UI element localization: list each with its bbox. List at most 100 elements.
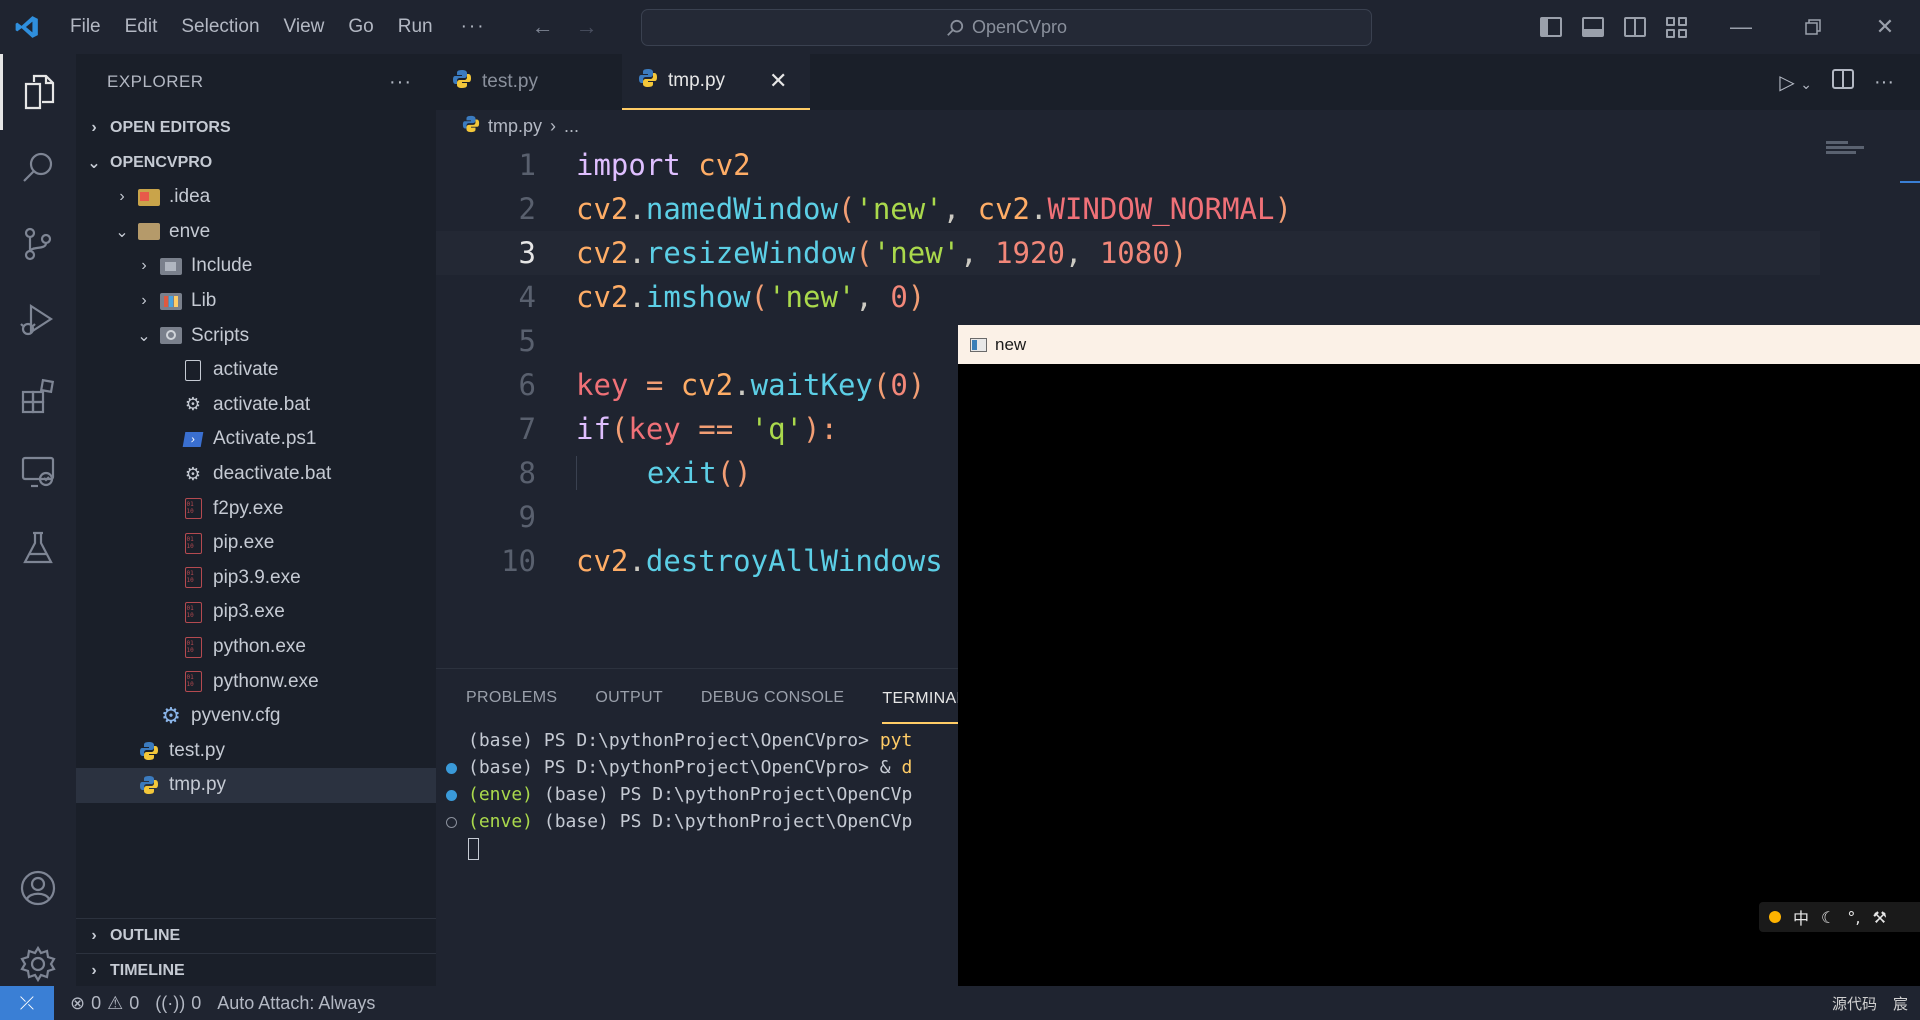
- ime-wrench-icon[interactable]: ⚒: [1872, 908, 1886, 927]
- tree-item-label: Activate.ps1: [213, 428, 317, 450]
- menu-go[interactable]: Go: [336, 0, 385, 54]
- tree-file[interactable]: 01 10 python.exe: [76, 630, 436, 665]
- customize-layout-icon[interactable]: [1666, 17, 1688, 38]
- open-editors-section[interactable]: › OPEN EDITORS: [76, 110, 436, 145]
- breadcrumb-symbols[interactable]: ...: [564, 116, 579, 137]
- tree-item-label: pip.exe: [213, 532, 275, 554]
- tree-item-label: f2py.exe: [213, 497, 284, 519]
- split-editor-icon[interactable]: [1832, 69, 1855, 95]
- status-right-label-1[interactable]: 源代码: [1832, 993, 1877, 1014]
- auto-attach-label: Auto Attach: Always: [217, 992, 376, 1013]
- ime-moon-icon[interactable]: ☾: [1821, 908, 1835, 927]
- status-right-label-2[interactable]: 宸: [1893, 993, 1908, 1014]
- tree-folder[interactable]: ⌄ Scripts: [76, 318, 436, 353]
- tree-file[interactable]: 01 10 pip3.9.exe: [76, 561, 436, 596]
- title-bar: File Edit Selection View Go Run ··· ← → OpenC…: [0, 0, 1920, 54]
- editor-more-actions-icon[interactable]: ···: [1874, 71, 1894, 94]
- tab-tmp-py[interactable]: tmp.py ✕: [622, 54, 810, 110]
- python-icon: [138, 740, 160, 762]
- command-center-search[interactable]: OpenCVpro: [641, 9, 1372, 46]
- tree-folder[interactable]: ⌄ enve: [76, 215, 436, 250]
- extensions-icon[interactable]: [0, 358, 76, 434]
- tree-file[interactable]: ⚙ deactivate.bat: [76, 457, 436, 492]
- tab-terminal[interactable]: TERMINAL: [882, 672, 966, 724]
- chevron-right-icon: ›: [141, 257, 147, 275]
- source-control-icon[interactable]: [0, 206, 76, 282]
- chevron-right-icon: ›: [91, 118, 97, 136]
- menu-file[interactable]: File: [58, 0, 113, 54]
- minimize-button[interactable]: —: [1705, 0, 1777, 54]
- account-icon[interactable]: [0, 850, 76, 926]
- remote-indicator-icon[interactable]: ⤫: [0, 986, 54, 1020]
- command-pending-icon[interactable]: [446, 817, 457, 828]
- auto-attach-status[interactable]: Auto Attach: Always: [217, 993, 375, 1014]
- tree-folder[interactable]: › Lib: [76, 284, 436, 319]
- line-number: 4: [518, 280, 536, 314]
- tree-file[interactable]: 01 10 f2py.exe: [76, 491, 436, 526]
- menu-selection[interactable]: Selection: [169, 0, 271, 54]
- project-section[interactable]: ⌄ OPENCVPRO: [76, 145, 436, 180]
- close-tab-icon[interactable]: ✕: [769, 68, 787, 94]
- search-icon[interactable]: [0, 130, 76, 206]
- tree-file[interactable]: tmp.py: [76, 768, 436, 803]
- tree-file[interactable]: activate: [76, 353, 436, 388]
- menu-view[interactable]: View: [272, 0, 337, 54]
- back-arrow-icon[interactable]: ←: [532, 14, 554, 40]
- folder-lib-icon: [160, 290, 182, 312]
- outline-section[interactable]: › OUTLINE: [76, 918, 436, 953]
- run-and-debug-icon[interactable]: [0, 282, 76, 358]
- ime-toolbar[interactable]: 中 ☾ °, ⚒: [1759, 902, 1920, 932]
- tree-folder[interactable]: › Include: [76, 249, 436, 284]
- menu-run[interactable]: Run: [386, 0, 445, 54]
- gears-icon: ⚙: [184, 394, 202, 415]
- error-icon: ⊗: [70, 992, 86, 1013]
- tree-file[interactable]: test.py: [76, 734, 436, 769]
- forward-arrow-icon[interactable]: →: [576, 14, 598, 40]
- binary-icon: 01 10: [182, 671, 204, 693]
- explorer-icon[interactable]: [0, 54, 76, 130]
- tab-problems[interactable]: PROBLEMS: [466, 689, 557, 707]
- minimap[interactable]: [1826, 139, 1876, 157]
- ime-punctuation-icon[interactable]: °,: [1847, 908, 1860, 927]
- explorer-more-actions-icon[interactable]: ···: [389, 71, 412, 94]
- toggle-primary-sidebar-icon[interactable]: [1540, 17, 1562, 37]
- tree-folder[interactable]: › .idea: [76, 180, 436, 215]
- menu-more-button[interactable]: ···: [445, 0, 502, 54]
- tab-label: tmp.py: [668, 70, 726, 91]
- testing-icon[interactable]: [0, 510, 76, 586]
- tree-file[interactable]: 01 10 pip.exe: [76, 526, 436, 561]
- tree-file[interactable]: 01 10 pythonw.exe: [76, 664, 436, 699]
- tree-file[interactable]: ⚙ pyvenv.cfg: [76, 699, 436, 734]
- timeline-section[interactable]: › TIMELINE: [76, 953, 436, 988]
- scrollbar[interactable]: [1900, 181, 1920, 183]
- tab-output[interactable]: OUTPUT: [595, 689, 663, 707]
- warning-icon: ⚠: [107, 992, 124, 1013]
- command-success-icon[interactable]: [446, 790, 457, 801]
- tree-item-label: .idea: [169, 186, 211, 208]
- tree-file[interactable]: ⚙ activate.bat: [76, 388, 436, 423]
- remote-explorer-icon[interactable]: [0, 434, 76, 510]
- tree-item-label: pip3.exe: [213, 601, 285, 623]
- restore-button[interactable]: [1777, 0, 1849, 54]
- toggle-panel-icon[interactable]: [1582, 17, 1604, 37]
- tree-item-label: test.py: [169, 739, 225, 761]
- project-label: OPENCVPRO: [110, 153, 213, 171]
- problems-status[interactable]: ⊗ 0 ⚠ 0: [70, 993, 139, 1014]
- tree-file[interactable]: › Activate.ps1: [76, 422, 436, 457]
- tree-file[interactable]: 01 10 pip3.exe: [76, 595, 436, 630]
- close-window-button[interactable]: ✕: [1849, 0, 1920, 54]
- opencv-window-titlebar[interactable]: new: [958, 325, 1920, 364]
- chevron-down-icon: ⌄: [137, 327, 151, 345]
- run-python-file-icon[interactable]: ▷ ⌄: [1779, 70, 1812, 95]
- tab-debug-console[interactable]: DEBUG CONSOLE: [701, 689, 845, 707]
- chevron-down-icon: ⌄: [115, 223, 129, 241]
- ports-status[interactable]: ((·)) 0: [155, 993, 201, 1014]
- menu-edit[interactable]: Edit: [113, 0, 170, 54]
- ime-language[interactable]: 中: [1793, 905, 1809, 929]
- tree-item-label: activate: [213, 359, 279, 381]
- toggle-secondary-sidebar-icon[interactable]: [1624, 17, 1646, 37]
- editor-tabs: test.py tmp.py ✕ ▷ ⌄ ···: [436, 54, 1920, 110]
- breadcrumb-file[interactable]: tmp.py: [488, 116, 542, 137]
- command-success-icon[interactable]: [446, 763, 457, 774]
- tab-test-py[interactable]: test.py: [436, 54, 622, 110]
